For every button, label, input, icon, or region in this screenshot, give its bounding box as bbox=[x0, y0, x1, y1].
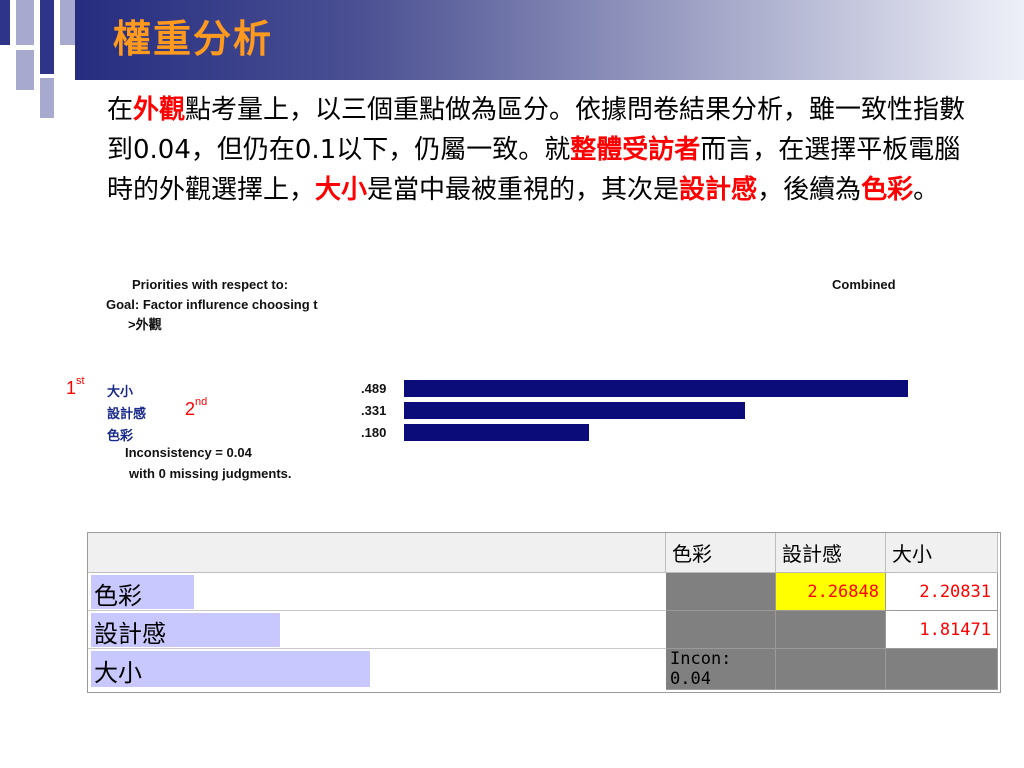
rank-second-marker: 2nd bbox=[185, 396, 208, 420]
priority-value: .331 bbox=[361, 403, 387, 418]
priority-bar bbox=[404, 402, 745, 419]
matrix-column-header: 色彩 bbox=[666, 533, 776, 573]
matrix-cell[interactable] bbox=[886, 649, 998, 690]
matrix-cell-value[interactable]: 2.26848 bbox=[776, 573, 886, 611]
highlight-term: 色彩 bbox=[861, 175, 914, 205]
slide-title: 權重分析 bbox=[113, 17, 274, 61]
rank-number: 1 bbox=[66, 378, 77, 398]
matrix-corner-cell bbox=[88, 533, 666, 573]
paragraph-text: 。 bbox=[913, 175, 940, 205]
matrix-row-header[interactable]: 大小 bbox=[88, 649, 666, 690]
matrix-cell-value[interactable]: 1.81471 bbox=[886, 611, 998, 649]
rank-first-marker: 1st bbox=[66, 375, 85, 399]
matrix-row-header[interactable]: 設計感 bbox=[88, 611, 666, 649]
rank-suffix: nd bbox=[195, 396, 208, 408]
highlight-term: 外觀 bbox=[133, 95, 186, 125]
missing-judgments-text: with 0 missing judgments. bbox=[129, 466, 292, 481]
highlight-term: 整體受訪者 bbox=[570, 135, 701, 165]
body-paragraph: 在外觀點考量上，以三個重點做為區分。依據問卷結果分析，雖一致性指數到0.04，但… bbox=[107, 90, 967, 210]
matrix-row-label: 色彩 bbox=[94, 582, 142, 610]
matrix-row-label: 大小 bbox=[94, 659, 142, 687]
priority-value: .489 bbox=[361, 381, 387, 396]
matrix-row-label: 設計感 bbox=[94, 620, 166, 648]
highlight-term: 設計感 bbox=[679, 175, 758, 205]
priority-label: 大小 bbox=[107, 385, 134, 400]
paragraph-text: 是當中最被重視的，其次是 bbox=[367, 175, 680, 205]
rank-number: 2 bbox=[185, 399, 196, 419]
priority-value: .180 bbox=[361, 425, 387, 440]
priority-label: 設計感 bbox=[107, 407, 147, 422]
priorities-goal-continued: >外觀 bbox=[128, 317, 162, 332]
matrix-cell-value[interactable]: 2.20831 bbox=[886, 573, 998, 611]
decor-square bbox=[16, 50, 34, 90]
priority-bar bbox=[404, 380, 908, 397]
matrix-cell[interactable] bbox=[666, 573, 776, 611]
matrix-cell[interactable] bbox=[776, 649, 886, 690]
priority-bar bbox=[404, 424, 589, 441]
combined-label: Combined bbox=[832, 277, 896, 292]
paragraph-text: 在 bbox=[107, 95, 134, 125]
priorities-title: Priorities with respect to: bbox=[132, 277, 289, 292]
rank-suffix: st bbox=[76, 375, 85, 387]
paragraph-text: ，後續為 bbox=[757, 175, 862, 205]
priority-label: 色彩 bbox=[107, 429, 134, 444]
matrix-cell[interactable] bbox=[666, 611, 776, 649]
inconsistency-text: Inconsistency = 0.04 bbox=[125, 445, 252, 460]
matrix-column-header: 設計感 bbox=[776, 533, 886, 573]
decor-square bbox=[16, 0, 34, 45]
comparison-matrix: 色彩 設計感 大小 色彩 2.26848 2.20831 設計感 1.81471… bbox=[87, 532, 1001, 693]
decor-square bbox=[40, 78, 54, 118]
priorities-goal: Goal: Factor influrence choosing t bbox=[106, 297, 318, 312]
matrix-cell[interactable] bbox=[776, 611, 886, 649]
inconsistency-cell[interactable]: Incon: 0.04 bbox=[666, 649, 776, 690]
decor-square bbox=[40, 0, 54, 74]
matrix-row-header[interactable]: 色彩 bbox=[88, 573, 666, 611]
highlight-term: 大小 bbox=[315, 175, 368, 205]
matrix-column-header: 大小 bbox=[886, 533, 998, 573]
decor-square bbox=[0, 0, 10, 45]
